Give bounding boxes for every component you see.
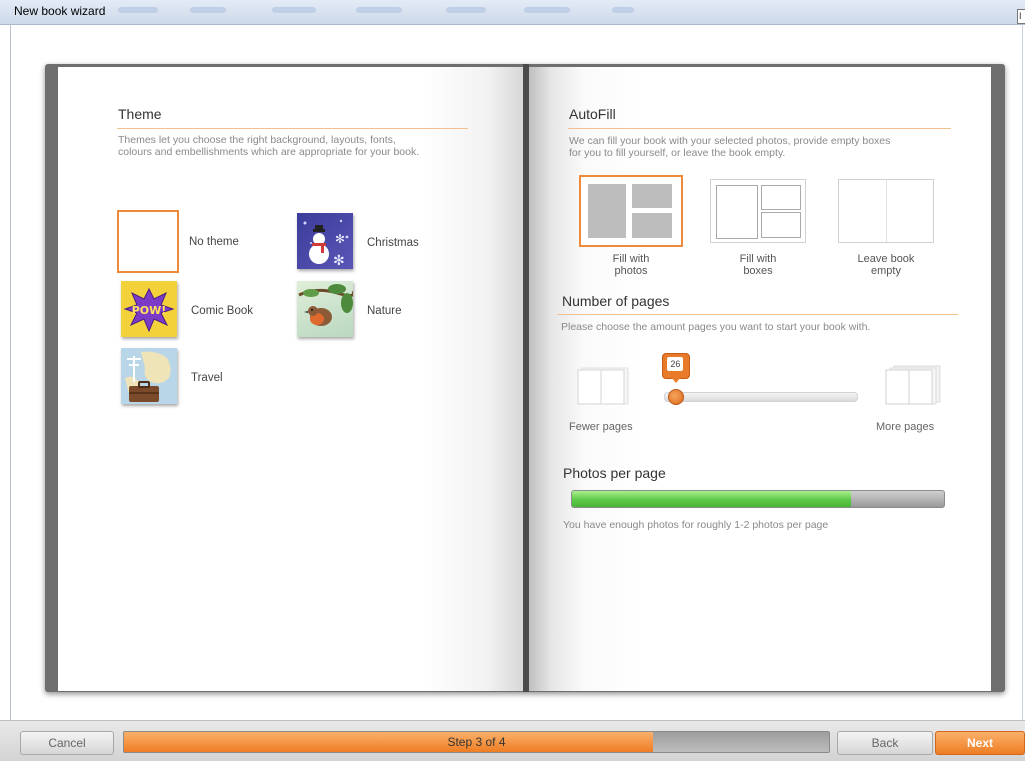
next-button[interactable]: Next <box>935 731 1025 755</box>
empty-book-layout-icon <box>838 179 934 243</box>
more-pages-book-icon <box>885 365 941 405</box>
autofill-option-fill-with-photos[interactable]: Fill with photos <box>579 175 691 289</box>
autofill-option-label-line: boxes <box>743 265 773 277</box>
window-corner-button[interactable]: I <box>1017 9 1025 24</box>
autofill-option-label: Leave book empty <box>838 253 934 277</box>
theme-label: Travel <box>191 372 223 384</box>
titlebar-ghost-tab <box>612 7 634 13</box>
fewer-pages-label: Fewer pages <box>569 421 633 433</box>
titlebar-ghost-tab <box>272 7 316 13</box>
titlebar-ghost-tab <box>118 7 158 13</box>
theme-label: Comic Book <box>191 305 253 317</box>
bubble-pointer <box>671 377 682 383</box>
comic-badge-text: POW! <box>132 304 167 317</box>
comic-burst-thumbnail-icon: POW! <box>121 281 177 337</box>
robin-thumbnail-icon <box>297 281 353 337</box>
theme-option-travel[interactable]: Travel <box>121 348 286 408</box>
theme-option-nature[interactable]: Nature <box>297 281 462 341</box>
photos-per-page-meter-fill <box>572 491 851 507</box>
theme-thumb-blank <box>117 210 179 273</box>
window-titlebar: New book wizard I <box>0 0 1025 25</box>
autofill-option-label-line: Fill with <box>739 253 777 265</box>
svg-text:✻: ✻ <box>333 253 345 269</box>
theme-label: Nature <box>367 305 402 317</box>
titlebar-ghost-tab <box>524 7 570 13</box>
pages-slider-value: 26 <box>667 357 684 371</box>
fewer-pages-book-icon <box>577 367 629 405</box>
pages-slider-track[interactable] <box>664 392 858 402</box>
autofill-title: AutoFill <box>569 106 616 122</box>
theme-label: No theme <box>189 236 239 248</box>
theme-description-line: colours and embellishments which are app… <box>118 146 420 158</box>
theme-option-no-theme[interactable]: No theme <box>117 210 284 273</box>
wizard-step-progress: Step 3 of 4 <box>123 731 830 753</box>
theme-description-line: Themes let you choose the right backgrou… <box>118 134 396 146</box>
book-spine <box>523 64 529 692</box>
pages-divider <box>557 314 958 315</box>
wizard-step-text: Step 3 of 4 <box>447 735 506 749</box>
cancel-button[interactable]: Cancel <box>20 731 114 755</box>
titlebar-ghost-tab <box>446 7 486 13</box>
autofill-option-label-line: photos <box>614 265 648 277</box>
window-frame-left <box>10 24 11 720</box>
window-title: New book wizard <box>14 4 106 18</box>
titlebar-ghost-tab <box>356 7 402 13</box>
autofill-description: We can fill your book with your selected… <box>569 135 890 159</box>
suitcase-map-thumbnail-icon <box>121 348 177 404</box>
autofill-option-leave-empty[interactable]: Leave book empty <box>838 179 948 291</box>
pages-slider-value-bubble: 26 <box>662 353 691 383</box>
autofill-option-label: Fill with photos <box>579 253 683 277</box>
pages-description: Please choose the amount pages you want … <box>561 321 871 333</box>
snowman-thumbnail-icon: ✻ ✻ <box>297 213 353 269</box>
pages-title: Number of pages <box>562 293 670 309</box>
window-frame-right <box>1022 24 1023 720</box>
photos-per-page-meter <box>571 490 945 508</box>
theme-title: Theme <box>118 106 162 122</box>
autofill-description-line: for you to fill yourself, or leave the b… <box>569 147 786 159</box>
autofill-option-fill-with-boxes[interactable]: Fill with boxes <box>710 179 820 291</box>
theme-label: Christmas <box>367 237 419 249</box>
svg-text:✻: ✻ <box>335 232 345 246</box>
autofill-option-label-line: empty <box>871 265 901 277</box>
titlebar-ghost-tab <box>190 7 226 13</box>
autofill-option-label-line: Fill with <box>612 253 650 265</box>
more-pages-label: More pages <box>876 421 935 433</box>
theme-option-comic-book[interactable]: POW! Comic Book <box>121 281 286 341</box>
theme-option-christmas[interactable]: ✻ ✻ Christmas <box>297 213 462 273</box>
autofill-option-label-line: Leave book <box>857 253 915 265</box>
theme-divider <box>117 128 468 129</box>
fill-photos-layout-icon <box>579 175 683 247</box>
back-button[interactable]: Back <box>837 731 933 755</box>
photos-per-page-message: You have enough photos for roughly 1-2 p… <box>563 519 829 531</box>
fill-boxes-layout-icon <box>710 179 806 243</box>
autofill-option-label: Fill with boxes <box>710 253 806 277</box>
photos-per-page-title: Photos per page <box>563 465 666 481</box>
autofill-divider <box>568 128 951 129</box>
theme-description: Themes let you choose the right backgrou… <box>118 134 419 158</box>
autofill-description-line: We can fill your book with your selected… <box>569 135 891 147</box>
